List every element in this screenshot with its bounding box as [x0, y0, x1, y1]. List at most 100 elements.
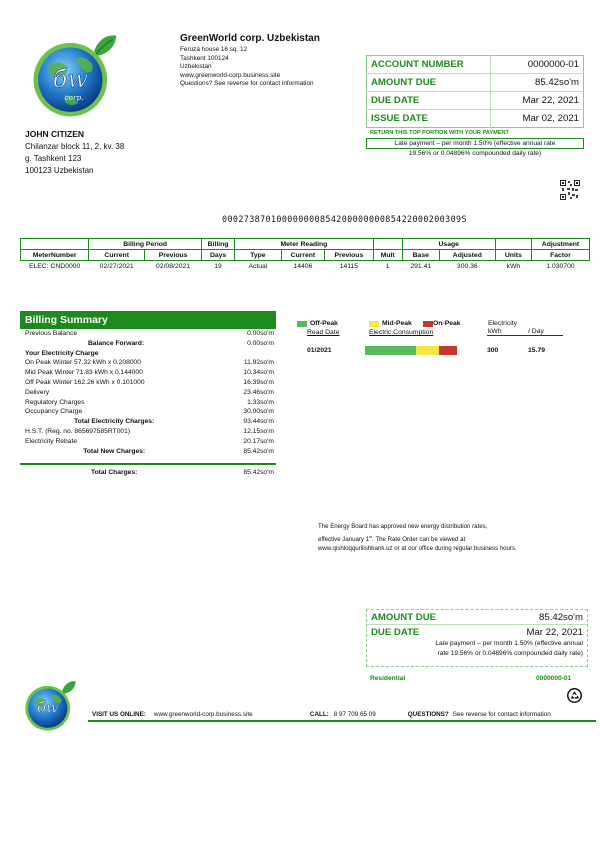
legend-on-peak: On-Peak	[423, 320, 485, 327]
account-summary-box: ACCOUNT NUMBER 0000000-01 AMOUNT DUE 85.…	[366, 55, 584, 157]
issue-date-row: ISSUE DATE Mar 02, 2021	[366, 109, 584, 128]
qr-code-icon	[560, 180, 580, 200]
table-cell: 1	[385, 262, 390, 270]
rate-notice: The Energy Board has approved new energy…	[318, 522, 578, 554]
call-label: CALL:	[309, 711, 329, 718]
total-charges-row: Total Charges: 85.42so'm	[20, 468, 276, 478]
column-header: Current	[280, 249, 326, 261]
column-header: Adjusted	[438, 249, 496, 261]
issue-date-label: ISSUE DATE	[366, 109, 491, 128]
company-logo: бw corp.	[28, 30, 120, 127]
group-header-blank	[372, 238, 403, 250]
notice-text: effective January 1	[318, 535, 370, 543]
on-peak-swatch	[423, 320, 433, 327]
billing-summary-row: Occupancy Charge 30.00so'm	[20, 407, 276, 417]
billing-summary-label: Total Electricity Charges:	[74, 418, 155, 426]
remittance-box: AMOUNT DUE 85.42so'm DUE DATE Mar 22, 20…	[366, 609, 588, 667]
total-charges-label: Total Charges:	[91, 469, 138, 477]
customer-address: JOHN CITIZEN Chilanzar block 11, 2, kv. …	[25, 129, 124, 177]
billing-summary-row: H.S.T. (Reg. no. 865697585RT001) 12.15so'…	[20, 427, 276, 437]
column-header: Base	[401, 249, 440, 261]
footer-contact-bar: VISIT US ONLINE: www.greenworld-corp.bus…	[92, 711, 582, 718]
kwh-value: 300	[487, 347, 499, 354]
table-row: ELEC: CND0000 02/27/2021 02/08/2021 19 A…	[21, 261, 590, 272]
electricity-header: Electricity	[488, 320, 518, 327]
issue-date-value: Mar 02, 2021	[522, 113, 579, 124]
legend-label: On-Peak	[433, 320, 461, 327]
billing-summary-value: 0.00so'm	[247, 330, 274, 337]
customer-address-line: 100123 Uzbekistan	[25, 166, 94, 175]
company-address-line: Tashkent 100124	[180, 54, 229, 62]
column-header: MeterNumber	[19, 249, 90, 261]
table-cell: kWh	[506, 262, 521, 270]
footer-website-link[interactable]: www.greenworld-corp.business.site	[154, 711, 310, 718]
footer-divider	[88, 720, 596, 722]
recycle-symbol	[567, 688, 582, 708]
group-header-adjustment: Adjustment	[530, 238, 591, 250]
billing-summary-value: 30.00so'm	[243, 408, 274, 416]
scan-line-number: 0002738701000000008542000000008542200020…	[222, 214, 467, 224]
bottom-due-date-value: Mar 22, 2021	[526, 627, 583, 638]
electric-consumption-header: Electric Consumption	[369, 329, 434, 336]
billing-summary-row: Delivery 23.46so'm	[20, 388, 276, 398]
read-date-value: 01/2021	[307, 347, 332, 354]
billing-summary-label: Total New Charges:	[83, 447, 146, 455]
notice-text: . The Rate Order can be viewed at	[372, 535, 466, 543]
billing-summary-value: 10.34so'm	[243, 369, 274, 377]
recycle-icon	[567, 688, 582, 703]
billing-summary-label: Regulatory Charges	[25, 398, 85, 406]
kwh-header-group: kWh / Day	[487, 328, 563, 336]
billing-summary-row: Regulatory Charges 1.33so'm	[20, 398, 276, 408]
account-type: Residential	[370, 675, 406, 682]
notice-line: The Energy Board has approved new energy…	[318, 523, 488, 530]
meter-column-header-row: MeterNumber Current Previous Days Type C…	[19, 249, 591, 261]
amount-due-value: 85.42so'm	[490, 73, 584, 92]
table-cell: 14406	[293, 262, 313, 270]
billing-summary-row: Mid Peak Winter 71.83 kWh x 0.144000 10.3…	[20, 368, 276, 378]
column-header: Type	[234, 249, 282, 261]
read-date-header: Read Date	[307, 329, 340, 336]
billing-summary-rows: Previous Balance 0.00so'm Balance Forward:…	[20, 329, 276, 456]
table-cell: 14115	[339, 262, 359, 270]
mid-peak-segment	[416, 346, 439, 355]
billing-summary-row: Previous Balance 0.00so'm	[20, 329, 276, 339]
off-peak-segment	[365, 346, 417, 355]
per-day-header: / Day	[528, 328, 544, 335]
billing-summary-value: 1.33so'm	[247, 398, 274, 406]
billing-summary-label: On Peak Winter 57.32 kWh x 0.208000	[25, 359, 141, 367]
consumption-rows: 01/2021 300 15.79	[297, 346, 587, 355]
billing-summary-row: Your Electricity Charge	[20, 349, 276, 359]
billing-summary-value: 0.00so'm	[247, 339, 274, 347]
column-header: Previous	[324, 249, 374, 261]
billing-summary-row: Off Peak Winter 162.26 kWh x 0.101000 16.…	[20, 378, 276, 388]
table-cell: 291.41	[410, 262, 432, 270]
legend-mid-peak: Mid-Peak	[369, 320, 423, 327]
table-cell: 300.36	[456, 262, 478, 270]
bottom-due-date-row: DUE DATE Mar 22, 2021	[367, 625, 587, 638]
due-date-value: Mar 22, 2021	[490, 91, 584, 110]
billing-summary-value: 11.92so'm	[243, 359, 274, 367]
consumption-bar	[365, 346, 487, 355]
billing-summary-value: 23.46so'm	[243, 388, 274, 396]
bottom-amount-due-label: AMOUNT DUE	[371, 611, 437, 623]
billing-summary-row: Total New Charges: 85.42so'm	[20, 447, 276, 457]
column-header: Current	[88, 249, 146, 261]
billing-summary-row: Total Electricity Charges: 93.44so'm	[20, 417, 276, 427]
billing-summary-title: Billing Summary	[20, 311, 276, 329]
column-header: Days	[201, 249, 236, 261]
legend-label: Off-Peak	[310, 320, 338, 327]
table-cell: 02/08/2021	[156, 262, 191, 270]
billing-summary-label: Off Peak Winter 162.26 kWh x 0.101000	[25, 378, 145, 386]
group-header-billing-period: Billing Period	[88, 238, 203, 250]
customer-address-line: Chilanzar block 11, 2, kv. 38	[25, 142, 125, 151]
company-website[interactable]: www.greenworld-corp.business.site	[180, 72, 320, 81]
footer-phone[interactable]: 8 97 709 65 09	[334, 711, 408, 718]
globe-leaf-logo-icon: бw	[25, 681, 76, 731]
billing-summary-label: H.S.T. (Reg. no. 865697585RT001)	[25, 427, 131, 435]
qr-code	[560, 180, 580, 205]
table-cell: 02/27/2021	[99, 262, 134, 270]
due-date-row: DUE DATE Mar 22, 2021	[366, 91, 584, 110]
globe-leaf-logo-icon: бw corp.	[33, 35, 117, 117]
notice-line: effective January 1st. The Rate Order ca…	[318, 532, 578, 545]
questions-label: QUESTIONS?	[407, 711, 449, 718]
